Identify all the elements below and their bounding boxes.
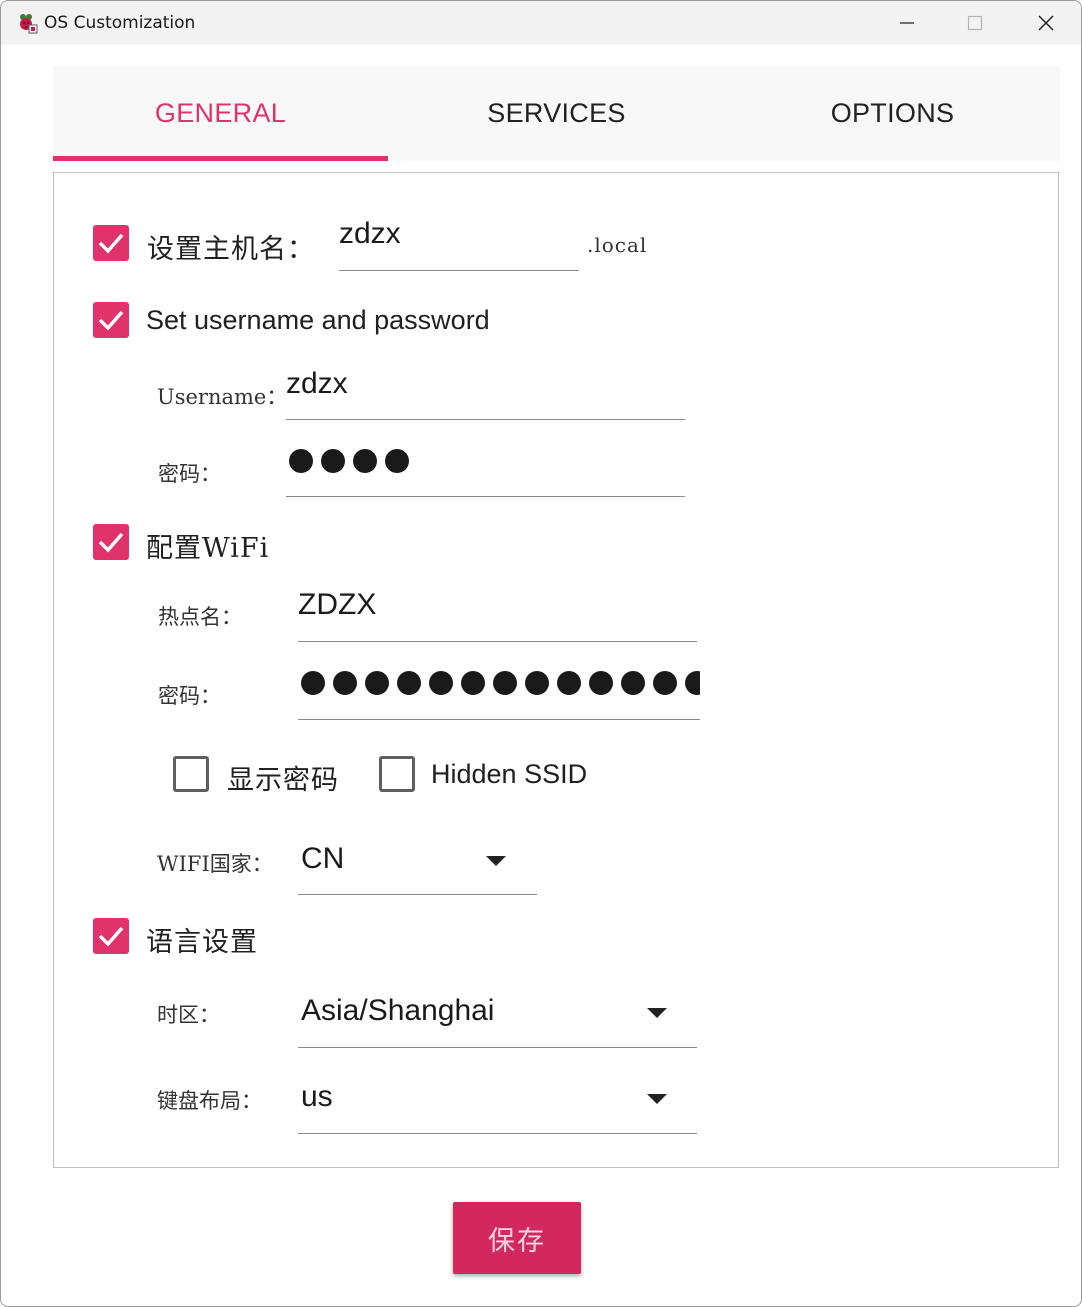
wifi-country-select[interactable]: CN <box>298 833 537 895</box>
password-dot <box>301 671 325 695</box>
hostname-value: zdzx <box>339 217 401 250</box>
wifi-label: 配置WiFi <box>146 533 270 564</box>
maximize-icon <box>967 15 983 31</box>
hostname-suffix: .local <box>587 233 648 257</box>
password-dot <box>557 671 581 695</box>
hidden-ssid-checkbox[interactable] <box>379 756 415 792</box>
wifi-password-label: 密码： <box>158 684 221 708</box>
password-dot <box>289 449 313 473</box>
window-title: OS Customization <box>44 13 196 33</box>
hostname-checkbox[interactable] <box>93 225 129 261</box>
ssid-input[interactable]: ZDZX <box>298 583 697 642</box>
password-dot <box>333 671 357 695</box>
wifi-country-value: CN <box>301 842 345 875</box>
save-button[interactable]: 保存 <box>453 1202 581 1274</box>
ssid-value: ZDZX <box>298 588 377 621</box>
password-dot <box>353 449 377 473</box>
locale-label: 语言设置 <box>146 927 258 958</box>
checkmark-icon <box>98 310 124 331</box>
password-dot <box>493 671 517 695</box>
locale-checkbox[interactable] <box>93 918 129 954</box>
close-icon <box>1038 15 1054 31</box>
password-dot <box>321 449 345 473</box>
password-dot <box>385 449 409 473</box>
maximize-button[interactable] <box>941 1 1009 45</box>
active-tab-indicator <box>53 156 388 161</box>
keyboard-value: us <box>301 1080 333 1113</box>
checkmark-icon <box>98 926 124 947</box>
close-button[interactable] <box>1012 1 1080 45</box>
minimize-icon <box>900 22 914 24</box>
wifi-checkbox[interactable] <box>93 524 129 560</box>
hostname-label: 设置主机名： <box>147 234 315 265</box>
raspberry-pi-imager-icon <box>20 14 38 34</box>
password-dot <box>589 671 613 695</box>
chevron-down-icon <box>647 1008 667 1018</box>
timezone-value: Asia/Shanghai <box>301 994 495 1027</box>
set-user-checkbox[interactable] <box>93 302 129 338</box>
user-password-mask <box>289 449 679 473</box>
tab-bar: GENERAL SERVICES OPTIONS <box>53 66 1060 161</box>
password-dot <box>525 671 549 695</box>
timezone-label: 时区： <box>157 1003 220 1027</box>
wifi-country-label: WIFI国家： <box>157 852 273 876</box>
set-user-label: Set username and password <box>146 305 490 335</box>
password-dot <box>685 671 700 695</box>
tab-services[interactable]: SERVICES <box>389 66 724 161</box>
keyboard-label: 键盘布局： <box>157 1089 262 1113</box>
title-bar: OS Customization <box>1 1 1081 45</box>
username-value: zdzx <box>286 367 348 400</box>
username-input[interactable]: zdzx <box>286 361 685 420</box>
password-dot <box>365 671 389 695</box>
password-dot <box>461 671 485 695</box>
hidden-ssid-label: Hidden SSID <box>431 759 588 789</box>
password-dot <box>397 671 421 695</box>
ssid-label: 热点名： <box>158 605 242 629</box>
show-password-label: 显示密码 <box>227 765 339 796</box>
wifi-password-input[interactable] <box>298 659 700 720</box>
os-customization-window: OS Customization GENERAL SERVICES OPTION… <box>0 0 1082 1307</box>
password-dot <box>429 671 453 695</box>
hostname-input[interactable]: zdzx <box>339 211 579 271</box>
user-password-input[interactable] <box>286 437 685 497</box>
show-password-checkbox[interactable] <box>173 756 209 792</box>
timezone-select[interactable]: Asia/Shanghai <box>298 985 697 1048</box>
minimize-button[interactable] <box>873 1 941 45</box>
checkmark-icon <box>98 532 124 553</box>
tab-general[interactable]: GENERAL <box>53 66 388 161</box>
chevron-down-icon <box>647 1094 667 1104</box>
username-label: Username： <box>157 385 288 409</box>
user-password-label: 密码： <box>158 462 221 486</box>
wifi-password-mask <box>301 671 700 695</box>
checkmark-icon <box>98 233 124 254</box>
chevron-down-icon <box>486 856 506 866</box>
tab-options[interactable]: OPTIONS <box>725 66 1060 161</box>
keyboard-select[interactable]: us <box>298 1071 697 1134</box>
password-dot <box>621 671 645 695</box>
password-dot <box>653 671 677 695</box>
